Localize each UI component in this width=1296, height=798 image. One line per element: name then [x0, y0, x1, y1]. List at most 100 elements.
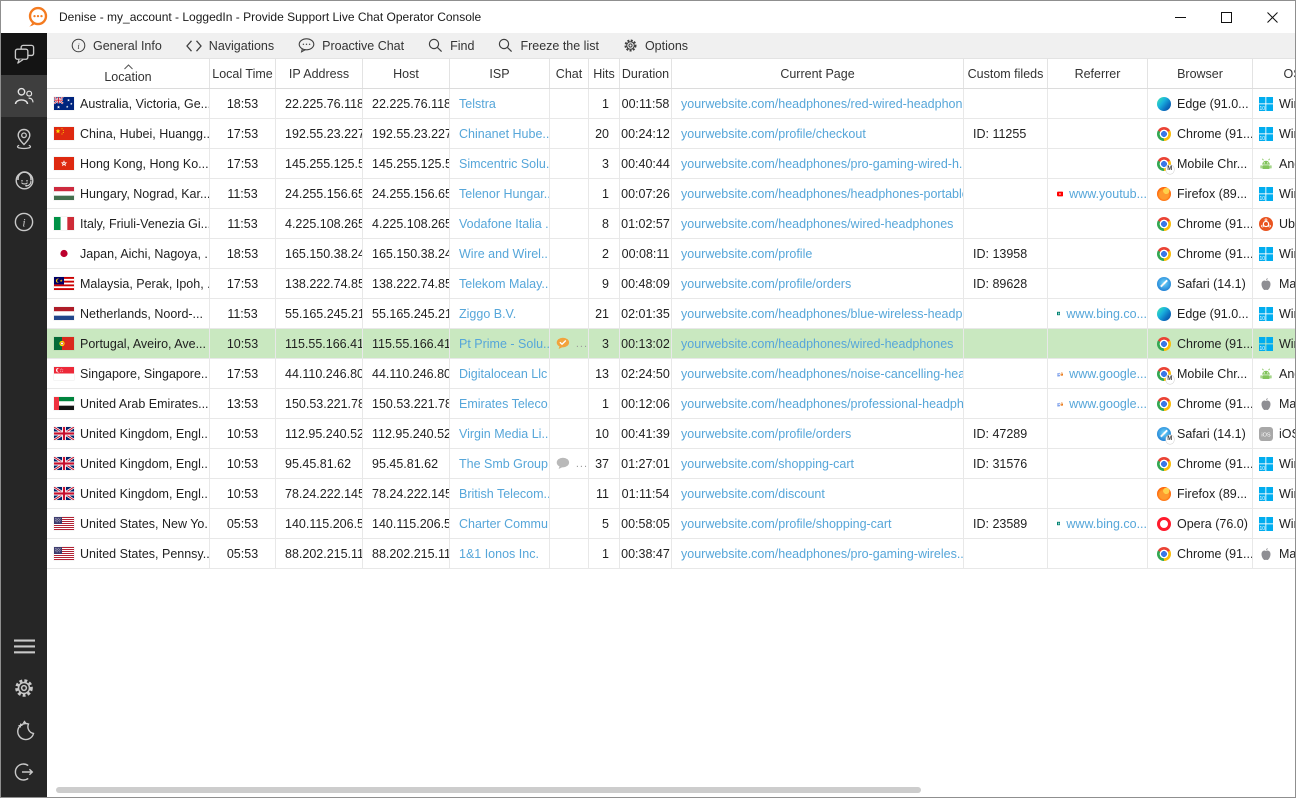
isp-link[interactable]: Telstra	[459, 97, 496, 111]
custom-field-text: ID: 13958	[973, 247, 1027, 261]
referrer-link[interactable]: www.google...	[1069, 397, 1147, 411]
isp-link[interactable]: British Telecom...	[459, 487, 550, 501]
isp-link[interactable]: Vodafone Italia ...	[459, 217, 550, 231]
table-row[interactable]: China, Hubei, Huangg...17:53192.55.23.22…	[47, 119, 1295, 149]
current-page-link[interactable]: yourwebsite.com/profile	[681, 247, 812, 261]
column-header-browser[interactable]: Browser	[1148, 59, 1253, 88]
horizontal-scrollbar-thumb[interactable]	[56, 787, 921, 793]
sidebar-item-theme[interactable]	[1, 709, 47, 751]
toolbar-freeze-list-button[interactable]: Freeze the list	[486, 33, 611, 59]
table-row[interactable]: United States, New Yo...05:53140.115.206…	[47, 509, 1295, 539]
sidebar-item-visitors[interactable]	[1, 75, 47, 117]
window-controls	[1157, 1, 1295, 33]
table-row[interactable]: Hungary, Nograd, Kar...11:5324.255.156.6…	[47, 179, 1295, 209]
table-row[interactable]: Australia, Victoria, Ge...18:5322.225.76…	[47, 89, 1295, 119]
column-header-ip[interactable]: IP Address	[276, 59, 363, 88]
current-page-link[interactable]: yourwebsite.com/headphones/pro-gaming-wi…	[681, 157, 964, 171]
sidebar-item-menu[interactable]	[1, 625, 47, 667]
isp-link[interactable]: Emirates Teleco...	[459, 397, 550, 411]
table-row[interactable]: Malaysia, Perak, Ipoh, ...17:53138.222.7…	[47, 269, 1295, 299]
sidebar-item-logout[interactable]	[1, 751, 47, 793]
isp-link[interactable]: Telenor Hungar...	[459, 187, 550, 201]
column-header-isp[interactable]: ISP	[450, 59, 550, 88]
table-row[interactable]: United Kingdom, Engl...10:53112.95.240.5…	[47, 419, 1295, 449]
cell-duration: 01:27:01	[620, 449, 672, 478]
current-page-link[interactable]: yourwebsite.com/headphones/noise-cancell…	[681, 367, 964, 381]
toolbar-general-info-button[interactable]: i General Info	[59, 33, 174, 59]
column-header-local_time[interactable]: Local Time	[210, 59, 276, 88]
cell-duration: 00:41:39	[620, 419, 672, 448]
sidebar-item-chats[interactable]	[1, 33, 47, 75]
current-page-link[interactable]: yourwebsite.com/shopping-cart	[681, 457, 854, 471]
referrer-link[interactable]: www.bing.co...	[1066, 517, 1147, 531]
isp-link[interactable]: Telekom Malay...	[459, 277, 550, 291]
column-header-custom[interactable]: Custom fileds	[964, 59, 1048, 88]
column-header-os[interactable]: OS	[1253, 59, 1295, 88]
table-row[interactable]: Italy, Friuli-Venezia Gi...11:534.225.10…	[47, 209, 1295, 239]
title-bar: Denise - my_account - LoggedIn - Provide…	[1, 1, 1295, 33]
current-page-link[interactable]: yourwebsite.com/profile/checkout	[681, 127, 866, 141]
isp-link[interactable]: Ziggo B.V.	[459, 307, 516, 321]
table-row[interactable]: Portugal, Aveiro, Ave...10:53115.55.166.…	[47, 329, 1295, 359]
column-header-host[interactable]: Host	[363, 59, 450, 88]
column-header-location[interactable]: Location	[47, 59, 210, 88]
current-page-link[interactable]: yourwebsite.com/headphones/professional-…	[681, 397, 964, 411]
column-header-label: Local Time	[212, 67, 272, 81]
sidebar-item-settings[interactable]	[1, 667, 47, 709]
cell-browser: Chrome (91...	[1148, 329, 1253, 358]
isp-link[interactable]: The Smb Group	[459, 457, 548, 471]
referrer-link[interactable]: www.youtub...	[1069, 187, 1147, 201]
toolbar-find-button[interactable]: Find	[416, 33, 486, 59]
table-row[interactable]: United Arab Emirates...13:53150.53.221.7…	[47, 389, 1295, 419]
table-row[interactable]: Hong Kong, Hong Ko...17:53145.255.125.55…	[47, 149, 1295, 179]
current-page-link[interactable]: yourwebsite.com/headphones/wired-headpho…	[681, 337, 953, 351]
column-header-chat[interactable]: Chat	[550, 59, 589, 88]
current-page-link[interactable]: yourwebsite.com/profile/shopping-cart	[681, 517, 892, 531]
column-header-page[interactable]: Current Page	[672, 59, 964, 88]
isp-link[interactable]: Charter Commu...	[459, 517, 550, 531]
column-header-hits[interactable]: Hits	[589, 59, 620, 88]
close-button[interactable]	[1249, 1, 1295, 33]
referrer-link[interactable]: www.bing.co...	[1066, 307, 1147, 321]
current-page-link[interactable]: yourwebsite.com/profile/orders	[681, 277, 851, 291]
maximize-button[interactable]	[1203, 1, 1249, 33]
current-page-link[interactable]: yourwebsite.com/profile/orders	[681, 427, 851, 441]
table-row[interactable]: United States, Pennsy...05:5388.202.215.…	[47, 539, 1295, 569]
table-row[interactable]: Singapore, Singapore...17:5344.110.246.8…	[47, 359, 1295, 389]
referrer-link[interactable]: www.google...	[1069, 367, 1147, 381]
isp-link[interactable]: Wire and Wirel...	[459, 247, 550, 261]
toolbar: i General Info Navigations	[47, 33, 1295, 59]
current-page-link[interactable]: yourwebsite.com/headphones/red-wired-hea…	[681, 97, 964, 111]
toolbar-proactive-chat-button[interactable]: Proactive Chat	[286, 33, 416, 59]
current-page-link[interactable]: yourwebsite.com/discount	[681, 487, 825, 501]
table-row[interactable]: United Kingdom, Engl...10:5395.45.81.629…	[47, 449, 1295, 479]
table-row[interactable]: Netherlands, Noord-...11:5355.165.245.21…	[47, 299, 1295, 329]
isp-link[interactable]: Simcentric Solu...	[459, 157, 550, 171]
sidebar-bottom-group	[1, 625, 47, 797]
isp-link[interactable]: Chinanet Hube...	[459, 127, 550, 141]
table-row[interactable]: Japan, Aichi, Nagoya, ...18:53165.150.38…	[47, 239, 1295, 269]
cell-host: 115.55.166.41	[363, 329, 450, 358]
os-text: iOS	[1279, 427, 1295, 441]
sidebar-item-operators[interactable]	[1, 159, 47, 201]
current-page-link[interactable]: yourwebsite.com/headphones/blue-wireless…	[681, 307, 964, 321]
isp-link[interactable]: Pt Prime - Solu...	[459, 337, 550, 351]
isp-link[interactable]: 1&1 Ionos Inc.	[459, 547, 539, 561]
horizontal-scrollbar[interactable]	[47, 785, 1295, 797]
table-row[interactable]: United Kingdom, Engl...10:5378.24.222.14…	[47, 479, 1295, 509]
cell-isp: Pt Prime - Solu...	[450, 329, 550, 358]
column-header-duration[interactable]: Duration	[620, 59, 672, 88]
minimize-button[interactable]	[1157, 1, 1203, 33]
isp-link[interactable]: Digitalocean Llc	[459, 367, 547, 381]
duration-text: 00:08:11	[622, 247, 670, 261]
column-header-referrer[interactable]: Referrer	[1048, 59, 1148, 88]
sidebar: i	[1, 33, 47, 797]
toolbar-navigations-button[interactable]: Navigations	[174, 33, 286, 59]
current-page-link[interactable]: yourwebsite.com/headphones/pro-gaming-wi…	[681, 547, 964, 561]
isp-link[interactable]: Virgin Media Li...	[459, 427, 550, 441]
toolbar-options-button[interactable]: Options	[611, 33, 700, 59]
current-page-link[interactable]: yourwebsite.com/headphones/wired-headpho…	[681, 217, 953, 231]
sidebar-item-geo-map[interactable]	[1, 117, 47, 159]
current-page-link[interactable]: yourwebsite.com/headphones/headphones-po…	[681, 187, 964, 201]
sidebar-item-info[interactable]: i	[1, 201, 47, 243]
